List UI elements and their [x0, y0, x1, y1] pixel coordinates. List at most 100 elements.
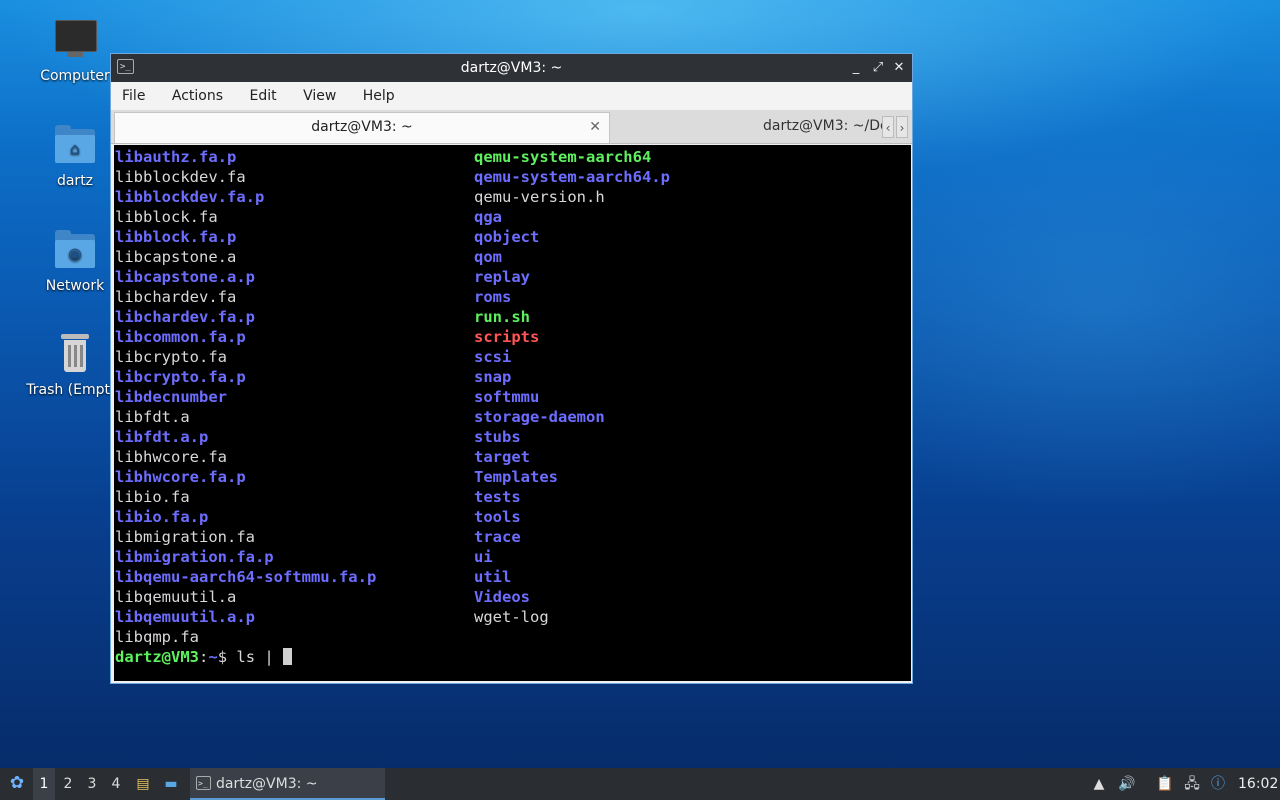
volume-icon[interactable]: 🔊	[1118, 775, 1136, 793]
file-entry: qemu-system-aarch64.p	[474, 168, 670, 186]
show-desktop-icon[interactable]: ▬	[162, 775, 180, 793]
shell-prompt[interactable]: dartz@VM3:~$ ls |	[115, 647, 293, 667]
desktop-icon-label: Network	[45, 278, 105, 294]
listing-column-right: qemu-system-aarch64 qemu-system-aarch64.p…	[474, 147, 670, 627]
file-entry: libqmp.fa	[115, 628, 199, 646]
desktop-icon-home[interactable]: ⌂ dartz	[27, 123, 123, 189]
file-entry: libqemuutil.a	[115, 588, 237, 606]
desktop-icon-label: dartz	[56, 173, 94, 189]
file-entry: libblock.fa	[115, 208, 218, 226]
clipboard-icon[interactable]: 📋	[1156, 775, 1174, 793]
file-entry: libqemu-aarch64-softmmu.fa.p	[115, 568, 377, 586]
prompt-symbol: $	[217, 648, 237, 666]
text-cursor	[283, 648, 293, 665]
file-entry: Videos	[474, 588, 530, 606]
menu-view[interactable]: View	[292, 82, 347, 110]
trash-icon	[53, 332, 97, 376]
network-icon[interactable]: 🖧	[1183, 775, 1201, 793]
file-entry: libcrypto.fa	[115, 348, 227, 366]
desktop-icon-computer[interactable]: Computer	[27, 18, 123, 84]
tab-label: dartz@VM3: ~	[311, 119, 413, 135]
file-entry: qga	[474, 208, 502, 226]
file-entry: replay	[474, 268, 530, 286]
file-entry: stubs	[474, 428, 521, 446]
file-entry: libmigration.fa.p	[115, 548, 274, 566]
file-entry: roms	[474, 288, 512, 306]
tab-documents[interactable]: dartz@VM3: ~/Do	[611, 112, 893, 143]
start-menu-button[interactable]: ✿	[4, 768, 30, 800]
file-entry: libqemuutil.a.p	[115, 608, 255, 626]
file-entry: libblock.fa.p	[115, 228, 237, 246]
tab-scroll-right-icon[interactable]: ›	[896, 116, 908, 138]
prompt-user-host: dartz@VM3	[115, 648, 199, 666]
tab-label: dartz@VM3: ~/Do	[763, 118, 889, 134]
taskbar-terminal-button[interactable]: >_ dartz@VM3: ~	[190, 768, 385, 800]
terminal-task-icon: >_	[196, 776, 211, 790]
workspace-3-button[interactable]: 3	[81, 768, 103, 800]
tab-home[interactable]: dartz@VM3: ~ ✕	[114, 112, 610, 143]
workspace-1-button[interactable]: 1	[33, 768, 55, 800]
file-entry: tests	[474, 488, 521, 506]
file-entry: storage-daemon	[474, 408, 605, 426]
computer-icon	[53, 18, 97, 62]
menu-edit[interactable]: Edit	[238, 82, 287, 110]
file-entry: qemu-system-aarch64	[474, 148, 652, 166]
file-entry: wget-log	[474, 608, 549, 626]
close-button[interactable]: ✕	[889, 54, 909, 82]
file-entry: scsi	[474, 348, 512, 366]
file-entry: libfdt.a	[115, 408, 190, 426]
file-entry: libcrypto.fa.p	[115, 368, 246, 386]
taskbar: ✿ 1 2 3 4 ▤ ▬ >_ dartz@VM3: ~ ▲ 🔊 📋 🖧 ⓘ …	[0, 768, 1280, 800]
file-entry: Templates	[474, 468, 558, 486]
menu-file[interactable]: File	[111, 82, 156, 110]
file-entry: libchardev.fa	[115, 288, 237, 306]
file-manager-launcher-icon[interactable]: ▤	[134, 775, 152, 793]
file-entry: qemu-version.h	[474, 188, 605, 206]
file-entry: libio.fa.p	[115, 508, 209, 526]
file-entry: tools	[474, 508, 521, 526]
file-entry: qobject	[474, 228, 540, 246]
notification-icon[interactable]: ⓘ	[1209, 775, 1227, 793]
tray-up-arrow-icon[interactable]: ▲	[1090, 775, 1108, 793]
desktop-icon-network[interactable]: ◉ Network	[27, 228, 123, 294]
tab-close-icon[interactable]: ✕	[589, 113, 601, 142]
file-entry: libblockdev.fa.p	[115, 188, 265, 206]
file-entry: run.sh	[474, 308, 530, 326]
listing-column-left: libauthz.fa.p libblockdev.fa libblockdev.f…	[115, 147, 376, 647]
file-entry: libio.fa	[115, 488, 190, 506]
menu-actions[interactable]: Actions	[161, 82, 234, 110]
file-entry: softmmu	[474, 388, 540, 406]
menu-bar: File Actions Edit View Help	[111, 82, 912, 110]
file-entry: libcommon.fa.p	[115, 328, 246, 346]
file-entry: libcapstone.a.p	[115, 268, 255, 286]
window-titlebar[interactable]: >_ dartz@VM3: ~ _ ⤢ ✕	[111, 54, 912, 82]
file-entry: snap	[474, 368, 512, 386]
file-entry: libblockdev.fa	[115, 168, 246, 186]
desktop-icon-label: Computer	[40, 68, 110, 84]
tab-scroll-left-icon[interactable]: ‹	[882, 116, 894, 138]
prompt-separator: :	[199, 648, 209, 666]
taskbar-terminal-label: dartz@VM3: ~	[216, 776, 318, 792]
prompt-path: ~	[208, 648, 218, 666]
file-entry: libauthz.fa.p	[115, 148, 237, 166]
maximize-button[interactable]: ⤢	[868, 54, 888, 82]
tab-bar: dartz@VM3: ~ ✕ dartz@VM3: ~/Do ‹ ›	[111, 110, 912, 144]
file-entry: target	[474, 448, 530, 466]
file-entry: libfdt.a.p	[115, 428, 209, 446]
file-entry: libcapstone.a	[115, 248, 237, 266]
menu-help[interactable]: Help	[352, 82, 406, 110]
terminal-output[interactable]: libauthz.fa.p libblockdev.fa libblockdev.f…	[114, 145, 911, 681]
file-entry: libhwcore.fa	[115, 448, 227, 466]
clock[interactable]: 16:02	[1238, 768, 1278, 800]
file-entry: libdecnumber	[115, 388, 227, 406]
workspace-2-button[interactable]: 2	[57, 768, 79, 800]
terminal-window: >_ dartz@VM3: ~ _ ⤢ ✕ File Actions Edit …	[110, 53, 913, 684]
minimize-button[interactable]: _	[846, 54, 866, 82]
file-entry: libmigration.fa	[115, 528, 255, 546]
file-entry: libchardev.fa.p	[115, 308, 255, 326]
home-folder-icon: ⌂	[53, 123, 97, 167]
workspace-4-button[interactable]: 4	[105, 768, 127, 800]
network-folder-icon: ◉	[53, 228, 97, 272]
file-entry: trace	[474, 528, 521, 546]
window-title: dartz@VM3: ~	[460, 60, 563, 76]
